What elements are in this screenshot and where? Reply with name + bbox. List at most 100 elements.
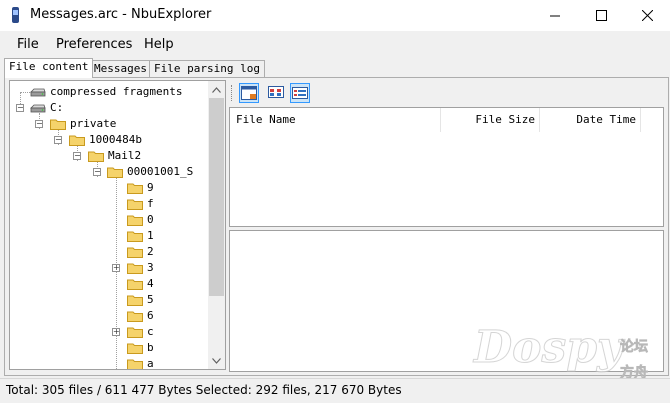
tree-node-label: 9 [147, 181, 154, 194]
tree-node[interactable]: compressed fragments [30, 84, 182, 100]
scroll-down-arrow[interactable] [208, 352, 225, 369]
tree-node-label: 00001001_S [127, 165, 194, 178]
tree-node[interactable]: b [127, 340, 154, 356]
folder-icon [127, 231, 143, 242]
tree-node-label: a [147, 357, 154, 370]
tree-node[interactable]: 0 [127, 212, 154, 228]
tree-node-label: 2 [147, 245, 154, 258]
view-toolbar [229, 80, 662, 106]
tree-node-label: f [147, 197, 154, 210]
column-file-size[interactable]: File Size [441, 108, 540, 132]
collapse-toggle[interactable]: − [35, 120, 43, 128]
folder-tree[interactable]: compressed fragments − C: − private − 10… [9, 80, 226, 370]
large-icons-button[interactable] [267, 83, 287, 103]
folder-icon [127, 247, 143, 258]
tree-scrollbar[interactable] [208, 81, 225, 369]
file-list-header: File Name File Size Date Time [230, 108, 663, 132]
tree-node[interactable]: 5 [127, 292, 154, 308]
folder-icon [107, 167, 123, 178]
tree-node-label: 4 [147, 277, 154, 290]
tree-node-label: b [147, 341, 154, 354]
tree-node-label: 1 [147, 229, 154, 242]
expand-toggle[interactable]: + [112, 328, 120, 336]
column-file-name[interactable]: File Name [230, 108, 441, 132]
tree-connector [116, 177, 117, 369]
window-title: Messages.arc - NbuExplorer [30, 7, 212, 22]
details-view-icon [292, 87, 308, 99]
save-view-button[interactable] [239, 83, 259, 103]
folder-icon [69, 135, 85, 146]
chevron-down-icon [212, 357, 221, 364]
column-label: File Name [236, 113, 296, 126]
menu-help[interactable]: Help [144, 37, 174, 52]
tree-node-label: 3 [147, 261, 154, 274]
tree-node[interactable]: Mail2 [88, 148, 141, 164]
close-button[interactable] [624, 0, 670, 31]
scroll-up-arrow[interactable] [208, 81, 225, 98]
tree-node-label: Mail2 [108, 149, 142, 162]
watermark-cn-top: 论坛 [620, 339, 649, 356]
folder-icon [127, 343, 143, 354]
status-bar: Total: 305 files / 611 477 Bytes Selecte… [0, 378, 670, 403]
tree-node[interactable]: C: [30, 100, 63, 116]
tree-node-label: 5 [147, 293, 154, 306]
tree-node-label: private [70, 117, 117, 130]
collapse-toggle[interactable]: − [16, 104, 24, 112]
tree-node-label: 0 [147, 213, 154, 226]
folder-icon [127, 295, 143, 306]
collapse-toggle[interactable]: − [93, 168, 101, 176]
tree-node[interactable]: 1 [127, 228, 154, 244]
folder-icon [127, 199, 143, 210]
menu-file[interactable]: File [17, 37, 39, 52]
tab-file-parsing-log[interactable]: File parsing log [149, 60, 265, 77]
folder-icon [127, 215, 143, 226]
folder-icon [127, 263, 143, 274]
watermark-text: Dospy [474, 322, 624, 374]
tree-node-label: 1000484b [89, 133, 142, 146]
drive-icon [30, 88, 46, 97]
close-icon [641, 10, 653, 21]
tab-messages[interactable]: Messages [89, 60, 152, 77]
window-save-icon [241, 86, 257, 100]
tree-node[interactable]: c [127, 324, 154, 340]
tree-node[interactable]: 2 [127, 244, 154, 260]
folder-icon [127, 359, 143, 369]
tree-node[interactable]: f [127, 196, 154, 212]
tree-node[interactable]: 1000484b [69, 132, 142, 148]
folder-icon [127, 311, 143, 322]
tree-node[interactable]: a [127, 356, 154, 370]
tree-node-label: c [147, 325, 154, 338]
tree-node[interactable]: 9 [127, 180, 154, 196]
tree-node-label: compressed fragments [50, 85, 183, 98]
scroll-thumb[interactable] [209, 98, 224, 296]
details-view-button[interactable] [290, 83, 310, 103]
column-date-time[interactable]: Date Time [540, 108, 641, 132]
file-list[interactable]: File Name File Size Date Time [229, 107, 664, 227]
tree-node[interactable]: 6 [127, 308, 154, 324]
folder-icon [127, 279, 143, 290]
menu-preferences[interactable]: Preferences [56, 37, 132, 52]
title-bar: Messages.arc - NbuExplorer [0, 0, 670, 31]
folder-icon [127, 183, 143, 194]
tab-file-content[interactable]: File content [4, 58, 94, 78]
menu-bar: File Preferences Help [0, 31, 670, 56]
column-label: Date Time [576, 113, 636, 126]
tree-node-label: 6 [147, 309, 154, 322]
maximize-icon [595, 10, 607, 21]
tree-node[interactable]: 00001001_S [107, 164, 193, 180]
tree-node-label: C: [50, 101, 64, 114]
collapse-toggle[interactable]: − [73, 152, 81, 160]
minimize-icon [550, 15, 560, 16]
minimize-button[interactable] [532, 0, 578, 31]
expand-toggle[interactable]: + [112, 264, 120, 272]
toolbar-grip [231, 85, 233, 101]
tree-node[interactable]: private [50, 116, 116, 132]
drive-icon [30, 104, 46, 113]
phone-app-icon [12, 7, 19, 23]
collapse-toggle[interactable]: − [54, 136, 62, 144]
tree-node[interactable]: 3 [127, 260, 154, 276]
tree-node[interactable]: 4 [127, 276, 154, 292]
maximize-button[interactable] [578, 0, 624, 31]
chevron-up-icon [212, 86, 221, 93]
folder-icon [50, 119, 66, 130]
